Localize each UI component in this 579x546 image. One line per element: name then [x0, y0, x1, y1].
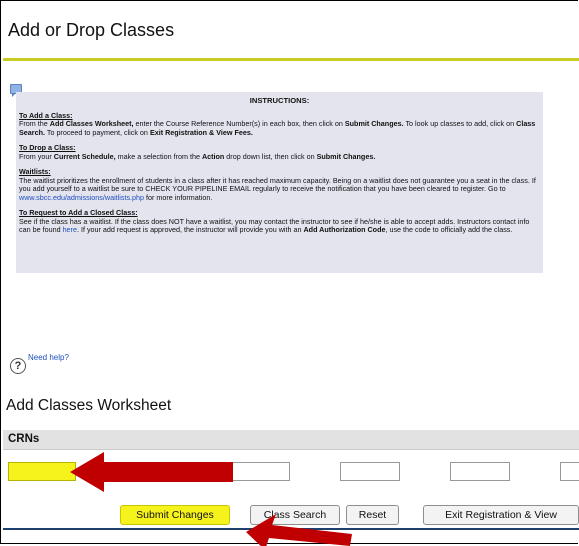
instructions-closed-section: To Request to Add a Closed Class: See if… [19, 208, 540, 235]
drop-text-3: drop down list, then click on [224, 151, 317, 161]
crn-input-4[interactable] [340, 462, 400, 481]
page-title: Add or Drop Classes [8, 20, 175, 40]
instructions-heading: INSTRUCTIONS: [249, 96, 310, 105]
reset-button[interactable]: Reset [346, 505, 399, 525]
exit-registration-button[interactable]: Exit Registration & View [423, 505, 579, 525]
add-text-3: To look up classes to add, click on [403, 119, 517, 128]
instructions-waitlist-section: Waitlists: The waitlist prioritizes the … [19, 167, 540, 202]
crn-input-3[interactable] [230, 462, 290, 481]
need-help-link[interactable]: Need help? [28, 353, 69, 362]
crn-input-6[interactable] [560, 462, 579, 481]
drop-text-2: make a selection from the [115, 151, 202, 161]
add-bold-4: Exit Registration & View Fees. [149, 127, 253, 137]
crn-input-5[interactable] [450, 462, 510, 481]
worksheet-title: Add Classes Worksheet [6, 397, 172, 414]
help-icon[interactable]: ? [10, 358, 26, 374]
crn-input-1[interactable] [8, 462, 76, 481]
drop-bold-2: Action [201, 151, 225, 161]
title-divider [3, 58, 579, 61]
submit-changes-button[interactable]: Submit Changes [120, 505, 230, 525]
waitlist-text-1: The waitlist prioritizes the enrollment … [19, 175, 536, 193]
waitlist-text-2: for more information. [144, 192, 213, 202]
instructions-panel: INSTRUCTIONS: To Add a Class: From the A… [16, 92, 543, 273]
closed-text-3: , use the code to officially add the cla… [385, 225, 513, 234]
crn-header-bar [3, 430, 579, 450]
instructions-add-section: To Add a Class: From the Add Classes Wor… [19, 111, 540, 138]
closed-bold-1: Add Authorization Code [303, 225, 386, 234]
class-search-button[interactable]: Class Search [250, 505, 340, 525]
crn-input-2[interactable] [120, 462, 180, 481]
drop-bold-3: Submit Changes. [316, 151, 376, 161]
closed-text-2: . If your add request is approved, the i… [76, 225, 304, 234]
add-text-4: To proceed to payment, click on [44, 127, 150, 137]
drop-bold-1: Current Schedule, [53, 151, 116, 161]
crn-header-label: CRNs [8, 433, 40, 445]
instructor-contact-link[interactable]: here [63, 225, 77, 234]
add-bold-2: Submit Changes. [344, 119, 404, 128]
waitlist-link[interactable]: www.sbcc.edu/admissions/waitlists.php [19, 193, 144, 202]
drop-text-1: From your [19, 151, 54, 161]
bottom-divider [3, 528, 579, 530]
instructions-drop-section: To Drop a Class: From your Current Sched… [19, 143, 540, 161]
